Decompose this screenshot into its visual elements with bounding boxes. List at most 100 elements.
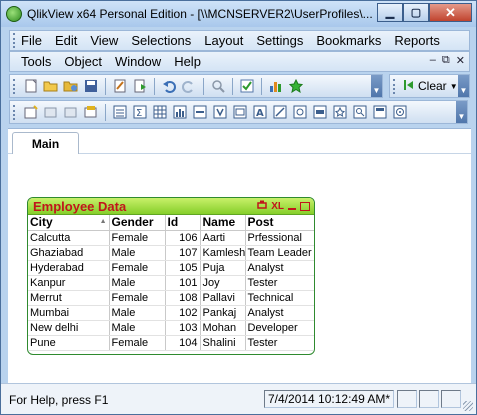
cell-gender[interactable]: Male — [108, 320, 165, 336]
cell-city[interactable]: Merrut — [28, 290, 109, 306]
toolbar-grip[interactable] — [13, 104, 16, 120]
cell-post[interactable]: Tester — [244, 275, 314, 291]
save-icon[interactable] — [83, 78, 99, 94]
toolbar-grip[interactable] — [13, 78, 16, 94]
column-header-gender[interactable]: Gender — [108, 215, 165, 231]
slider-object-icon[interactable] — [292, 104, 308, 120]
menu-view[interactable]: View — [90, 33, 118, 48]
listbox-icon[interactable] — [112, 104, 128, 120]
title-bar[interactable]: QlikView x64 Personal Edition - [\\MCNSE… — [1, 1, 476, 27]
cell-name[interactable]: Pallavi — [199, 290, 245, 306]
undo-icon[interactable] — [161, 78, 177, 94]
minimize-button[interactable]: ▁ — [377, 3, 403, 22]
menu-help[interactable]: Help — [174, 54, 201, 69]
toolbar-overflow-icon[interactable]: ▼ — [458, 75, 469, 97]
chart-icon[interactable] — [172, 104, 188, 120]
demote-sheet-icon[interactable] — [63, 104, 79, 120]
edit-script-icon[interactable] — [112, 78, 128, 94]
cell-id[interactable]: 106 — [164, 230, 200, 246]
cell-gender[interactable]: Male — [108, 245, 165, 261]
column-header-id[interactable]: Id — [164, 215, 200, 231]
cell-post[interactable]: Team Leader — [244, 245, 314, 261]
column-header-name[interactable]: Name — [199, 215, 245, 231]
redo-icon[interactable] — [181, 78, 197, 94]
button-object-icon[interactable] — [312, 104, 328, 120]
cell-id[interactable]: 104 — [164, 335, 200, 351]
menu-edit[interactable]: Edit — [55, 33, 77, 48]
maximize-button[interactable]: ▢ — [403, 3, 429, 22]
cell-city[interactable]: New delhi — [28, 320, 109, 336]
new-document-icon[interactable] — [23, 78, 39, 94]
container-object-icon[interactable] — [372, 104, 388, 120]
print-icon[interactable] — [257, 199, 267, 213]
cell-name[interactable]: Shalini — [199, 335, 245, 351]
menu-selections[interactable]: Selections — [131, 33, 191, 48]
selections-checkbox-icon[interactable] — [239, 78, 255, 94]
clear-button[interactable]: Clear ▼ — [403, 79, 458, 94]
cell-gender[interactable]: Female — [108, 290, 165, 306]
cell-city[interactable]: Mumbai — [28, 305, 109, 321]
cell-name[interactable]: Pankaj — [199, 305, 245, 321]
cell-name[interactable]: Kamlesh — [199, 245, 245, 261]
cell-post[interactable]: Developer — [244, 320, 314, 336]
sheet-canvas[interactable]: Employee Data XL City ▲ Gender Id Name P… — [8, 154, 471, 384]
employee-data-table-box[interactable]: Employee Data XL City ▲ Gender Id Name P… — [27, 197, 315, 355]
cell-gender[interactable]: Female — [108, 260, 165, 276]
current-selections-icon[interactable] — [212, 104, 228, 120]
doc-close-icon[interactable]: ✕ — [456, 54, 465, 67]
cell-post[interactable]: Tester — [244, 335, 314, 351]
input-box-icon[interactable] — [192, 104, 208, 120]
table-box-icon[interactable] — [152, 104, 168, 120]
cell-post[interactable]: Analyst — [244, 305, 314, 321]
cell-name[interactable]: Puja — [199, 260, 245, 276]
chart-wizard-icon[interactable] — [268, 78, 284, 94]
menu-tools[interactable]: Tools — [21, 54, 51, 69]
column-header-post[interactable]: Post — [244, 215, 314, 231]
cell-city[interactable]: Calcutta — [28, 230, 109, 246]
maximize-object-icon[interactable] — [300, 201, 310, 211]
cell-gender[interactable]: Male — [108, 275, 165, 291]
menu-grip[interactable] — [13, 33, 16, 48]
cell-name[interactable]: Joy — [199, 275, 245, 291]
cell-post[interactable]: Analyst — [244, 260, 314, 276]
line-arrow-icon[interactable] — [272, 104, 288, 120]
cell-post[interactable]: Prfessional — [244, 230, 314, 246]
menu-file[interactable]: File — [21, 33, 42, 48]
send-to-excel-button[interactable]: XL — [271, 201, 284, 212]
promote-sheet-icon[interactable] — [43, 104, 59, 120]
menu-bookmarks[interactable]: Bookmarks — [316, 33, 381, 48]
sheet-properties-icon[interactable] — [83, 104, 99, 120]
chevron-down-icon[interactable]: ▼ — [450, 82, 458, 91]
cell-city[interactable]: Kanpur — [28, 275, 109, 291]
open-server-icon[interactable] — [63, 78, 79, 94]
cell-id[interactable]: 101 — [164, 275, 200, 291]
custom-object-icon[interactable] — [392, 104, 408, 120]
search-icon[interactable] — [210, 78, 226, 94]
tab-main[interactable]: Main — [12, 132, 79, 155]
minimize-object-icon[interactable] — [288, 208, 296, 210]
cell-id[interactable]: 105 — [164, 260, 200, 276]
resize-grip-icon[interactable] — [463, 401, 473, 411]
doc-minimize-icon[interactable]: ‒ — [430, 54, 436, 67]
cell-id[interactable]: 108 — [164, 290, 200, 306]
cell-post[interactable]: Technical — [244, 290, 314, 306]
search-object-icon[interactable] — [352, 104, 368, 120]
menu-layout[interactable]: Layout — [204, 33, 243, 48]
close-button[interactable]: ✕ — [429, 3, 472, 22]
cell-id[interactable]: 103 — [164, 320, 200, 336]
open-folder-icon[interactable] — [43, 78, 59, 94]
cell-gender[interactable]: Female — [108, 335, 165, 351]
statistics-box-icon[interactable]: Σ — [132, 104, 148, 120]
toolbar-overflow-icon[interactable]: ▼ — [371, 75, 382, 97]
toolbar-overflow-icon[interactable]: ▼ — [456, 101, 467, 123]
bookmark-object-icon[interactable] — [332, 104, 348, 120]
bookmark-star-icon[interactable] — [288, 78, 304, 94]
cell-id[interactable]: 107 — [164, 245, 200, 261]
menu-settings[interactable]: Settings — [256, 33, 303, 48]
menu-reports[interactable]: Reports — [394, 33, 440, 48]
cell-city[interactable]: Pune — [28, 335, 109, 351]
cell-name[interactable]: Mohan — [199, 320, 245, 336]
column-header-city[interactable]: City ▲ — [28, 215, 109, 231]
toolbar-grip[interactable] — [393, 78, 396, 94]
cell-city[interactable]: Ghaziabad — [28, 245, 109, 261]
